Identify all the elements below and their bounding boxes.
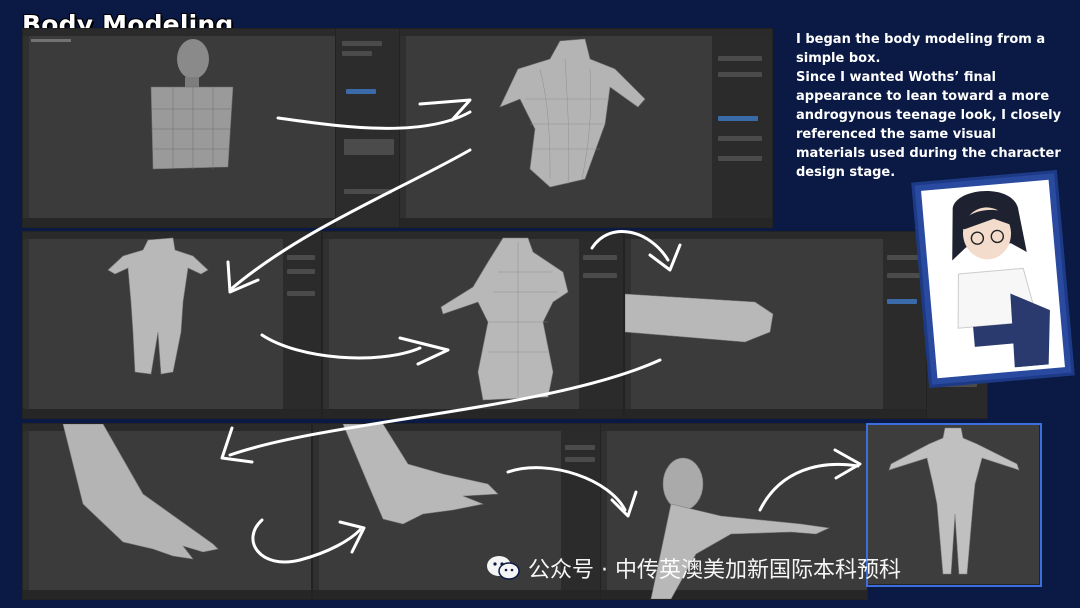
hand-claw-shape bbox=[62, 424, 219, 560]
screenshot-properties-panel bbox=[335, 28, 401, 228]
reference-character-drawing bbox=[952, 191, 1050, 368]
torso-model-shape bbox=[499, 38, 646, 188]
body-blockout-shape bbox=[107, 237, 209, 375]
box-model-shape bbox=[150, 39, 234, 170]
watermark: 公众号 · 中传英澳美加新国际本科预科 bbox=[486, 552, 901, 584]
screenshot-torso-shape bbox=[399, 28, 773, 228]
back-view-shape bbox=[440, 237, 569, 401]
screenshot-arm-detail bbox=[624, 231, 928, 419]
screenshot-hand-claw bbox=[22, 423, 312, 600]
screenshot-box-base bbox=[22, 28, 336, 228]
screenshot-back-view bbox=[322, 231, 624, 419]
reference-illustration bbox=[911, 170, 1075, 388]
description: I began the body modeling from a simple … bbox=[796, 30, 1066, 182]
wechat-icon bbox=[486, 555, 520, 581]
screenshot-body-blockout bbox=[22, 231, 322, 419]
description-line-1: I began the body modeling from a simple … bbox=[796, 32, 1046, 66]
arm-detail-shape bbox=[625, 293, 774, 343]
description-line-2: Since I wanted Woths’ final appearance t… bbox=[796, 70, 1062, 180]
watermark-text: 公众号 · 中传英澳美加新国际本科预科 bbox=[528, 558, 901, 583]
